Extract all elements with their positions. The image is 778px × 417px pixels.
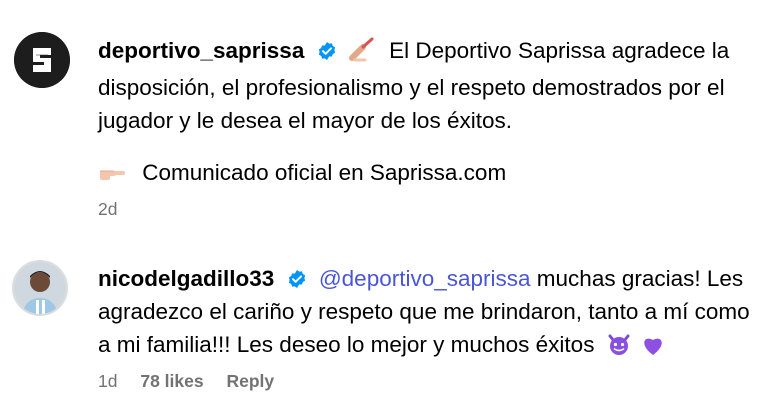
likes-count[interactable]: 78 likes bbox=[140, 371, 203, 391]
timestamp: 2d bbox=[98, 199, 118, 219]
avatar[interactable] bbox=[14, 32, 70, 88]
avatar[interactable] bbox=[12, 260, 68, 316]
comment-meta: 1d 78 likes Reply bbox=[98, 371, 292, 392]
comment-body: nicodelgadillo33 @deportivo_saprissa muc… bbox=[98, 262, 758, 365]
username-link[interactable]: deportivo_saprissa bbox=[98, 38, 304, 63]
verified-badge-icon bbox=[317, 37, 337, 60]
reply-button[interactable]: Reply bbox=[226, 371, 274, 391]
writing-hand-icon bbox=[348, 36, 377, 71]
comment-body: deportivo_saprissa El Deportivo Saprissa… bbox=[98, 34, 758, 137]
smiling-devil-icon bbox=[607, 332, 631, 365]
official-statement-text: Comunicado oficial en Saprissa.com bbox=[142, 160, 507, 185]
mention-link[interactable]: @deportivo_saprissa bbox=[319, 266, 531, 291]
profile-photo-icon bbox=[14, 262, 66, 314]
comment-meta: 2d bbox=[98, 199, 135, 220]
timestamp: 1d bbox=[98, 371, 118, 391]
purple-heart-icon bbox=[641, 332, 665, 365]
username-link[interactable]: nicodelgadillo33 bbox=[98, 266, 274, 291]
comment-link-line: Comunicado oficial en Saprissa.com bbox=[98, 156, 758, 193]
saprissa-s-logo-icon bbox=[14, 32, 70, 88]
verified-badge-icon bbox=[287, 265, 307, 288]
pointing-hand-icon bbox=[98, 160, 126, 193]
